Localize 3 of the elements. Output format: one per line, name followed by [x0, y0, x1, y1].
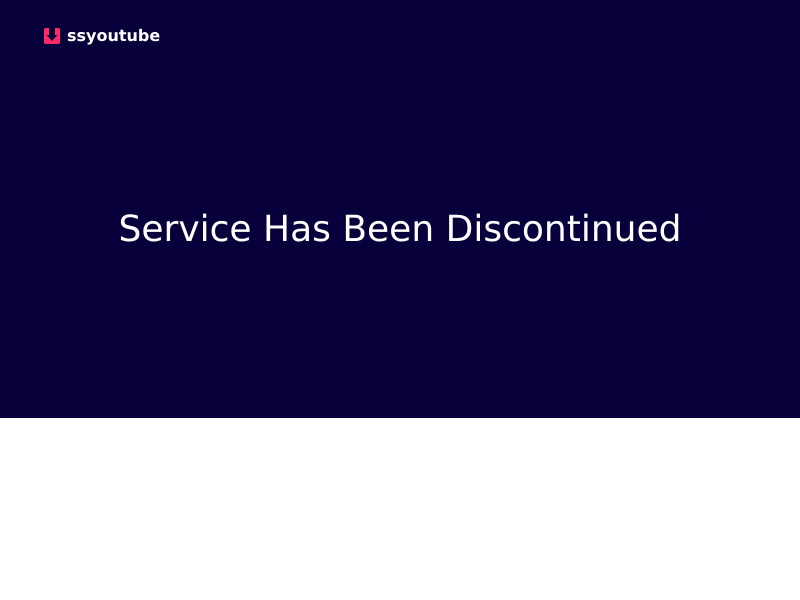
logo-link[interactable]: ssyoutube	[44, 26, 160, 45]
download-icon	[44, 28, 60, 44]
page-title: Service Has Been Discontinued	[118, 208, 682, 252]
